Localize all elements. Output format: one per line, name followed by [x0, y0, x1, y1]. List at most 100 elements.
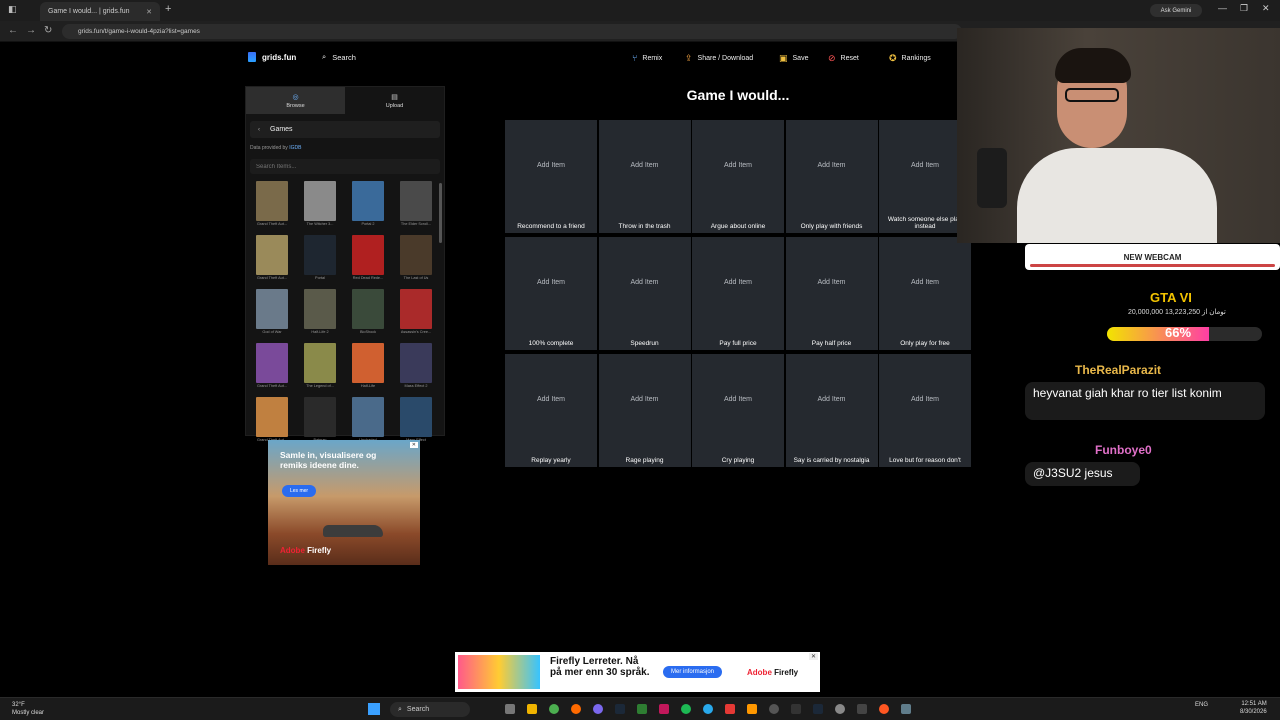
game-item[interactable]: Assassin's Cree...: [396, 289, 436, 335]
game-item[interactable]: Half-Life 2: [300, 289, 340, 335]
add-item-button[interactable]: Add Item: [786, 396, 878, 403]
game-item[interactable]: The Elder Scroll...: [396, 181, 436, 227]
app-icon[interactable]: [813, 704, 823, 714]
game-item[interactable]: Uncharted: [348, 397, 388, 443]
panel-scrollbar[interactable]: [439, 183, 442, 243]
app-icon[interactable]: [637, 704, 647, 714]
grid-cell[interactable]: Add Item Say is carried by nostalgia: [785, 354, 878, 467]
ad-bottom-info-button[interactable]: Mer informasjon: [663, 666, 723, 678]
add-item-button[interactable]: Add Item: [786, 279, 878, 286]
add-item-button[interactable]: Add Item: [692, 396, 784, 403]
add-item-button[interactable]: Add Item: [879, 396, 971, 403]
grid-cell[interactable]: Add Item Only play for free: [879, 237, 971, 350]
ask-gemini-button[interactable]: Ask Gemini: [1150, 4, 1202, 17]
app-icon[interactable]: [659, 704, 669, 714]
settings-icon[interactable]: [835, 704, 845, 714]
game-item[interactable]: Portal: [300, 235, 340, 281]
game-item[interactable]: The Legend of...: [300, 343, 340, 389]
game-item[interactable]: Mass Effect 2: [396, 343, 436, 389]
game-item[interactable]: BioShock: [348, 289, 388, 335]
taskbar-search[interactable]: ⌕ Search: [390, 702, 470, 717]
share-download-button[interactable]: ⇪ Share / Download: [685, 53, 753, 64]
game-item[interactable]: Grand Theft Aut...: [252, 343, 292, 389]
tab-close-icon[interactable]: ✕: [146, 8, 152, 16]
grid-cell[interactable]: Add Item Argue about online: [692, 120, 784, 233]
site-brand[interactable]: grids.fun: [248, 52, 296, 62]
add-item-button[interactable]: Add Item: [505, 279, 597, 286]
task-view-icon[interactable]: [505, 704, 515, 714]
app-icon[interactable]: [857, 704, 867, 714]
obs-icon[interactable]: [769, 704, 779, 714]
ad-close-icon[interactable]: ✕: [409, 442, 418, 448]
game-item[interactable]: Mass Effect: [396, 397, 436, 443]
rankings-button[interactable]: ✪ Rankings: [889, 53, 931, 64]
category-selector[interactable]: ‹ Games: [250, 121, 440, 138]
save-button[interactable]: ▣ Save: [779, 53, 808, 64]
windows-start-icon[interactable]: [368, 703, 380, 715]
remix-button[interactable]: ⑂ Remix: [632, 53, 662, 63]
reload-icon[interactable]: ↻: [44, 25, 52, 36]
grid-cell[interactable]: Add Item Throw in the trash: [598, 120, 691, 233]
ad-banner-left[interactable]: ✕ Samle in, visualisere og remiks ideene…: [268, 440, 420, 565]
grid-cell[interactable]: Add Item Love but for reason don't: [879, 354, 971, 467]
game-item[interactable]: Grand Theft Aut...: [252, 235, 292, 281]
add-item-button[interactable]: Add Item: [599, 396, 691, 403]
nav-search-button[interactable]: ⌕ Search: [322, 52, 356, 62]
tab-upload[interactable]: ▤ Upload: [345, 87, 444, 114]
forward-icon[interactable]: →: [26, 25, 36, 36]
add-item-button[interactable]: Add Item: [505, 162, 597, 169]
minimize-icon[interactable]: —: [1218, 3, 1227, 13]
ad-learn-more-button[interactable]: Les mer: [282, 485, 317, 497]
discord-icon[interactable]: [593, 704, 603, 714]
tab-browse[interactable]: ◎ Browse: [246, 87, 345, 114]
steam-icon[interactable]: [615, 704, 625, 714]
add-item-button[interactable]: Add Item: [599, 162, 691, 169]
new-tab-button[interactable]: +: [165, 3, 171, 15]
grid-cell[interactable]: Add Item 100% complete: [505, 237, 597, 350]
grid-cell[interactable]: Add Item Pay half price: [785, 237, 878, 350]
spotify-icon[interactable]: [681, 704, 691, 714]
igdb-link[interactable]: IGDB: [289, 145, 301, 151]
telegram-icon[interactable]: [703, 704, 713, 714]
chrome-icon[interactable]: [549, 704, 559, 714]
add-item-button[interactable]: Add Item: [879, 279, 971, 286]
grid-cell[interactable]: Add Item Only play with friends: [785, 120, 878, 233]
url-bar[interactable]: grids.fun/t/game-i-would-4pzia?list=game…: [62, 24, 962, 39]
grid-cell[interactable]: Add Item Replay yearly: [505, 354, 597, 467]
game-item[interactable]: Batman: [300, 397, 340, 443]
game-item[interactable]: The Witcher 3...: [300, 181, 340, 227]
game-item[interactable]: Grand Theft Aut...: [252, 181, 292, 227]
grid-cell[interactable]: Add Item Pay full price: [692, 237, 784, 350]
app-icon[interactable]: [725, 704, 735, 714]
taskbar-clock[interactable]: 12:51 AM 8/30/2026: [1240, 700, 1267, 716]
game-item[interactable]: Half-Life: [348, 343, 388, 389]
game-item[interactable]: Red Dead Rede...: [348, 235, 388, 281]
browser-tab[interactable]: Game I would... | grids.fun ✕: [40, 2, 160, 21]
game-item[interactable]: Portal 2: [348, 181, 388, 227]
tab-actions-icon[interactable]: ◧: [8, 4, 17, 15]
grid-cell[interactable]: Add Item Rage playing: [598, 354, 691, 467]
app-icon[interactable]: [901, 704, 911, 714]
reset-button[interactable]: ⊘ Reset: [828, 53, 859, 64]
weather-widget[interactable]: 32°F Mostly clear: [12, 701, 44, 717]
firefox-icon[interactable]: [571, 704, 581, 714]
file-explorer-icon[interactable]: [527, 704, 537, 714]
app-icon[interactable]: [791, 704, 801, 714]
system-tray-lang[interactable]: ENG: [1195, 702, 1208, 708]
grid-cell[interactable]: Add Item Speedrun: [598, 237, 691, 350]
add-item-button[interactable]: Add Item: [692, 162, 784, 169]
game-item[interactable]: The Last of Us: [396, 235, 436, 281]
app-icon[interactable]: [879, 704, 889, 714]
add-item-button[interactable]: Add Item: [786, 162, 878, 169]
item-search-input[interactable]: [250, 159, 440, 174]
grid-cell[interactable]: Add Item Recommend to a friend: [505, 120, 597, 233]
game-item[interactable]: Grand Theft Aut...: [252, 397, 292, 443]
back-icon[interactable]: ←: [8, 25, 18, 36]
ad-banner-bottom[interactable]: Firefly Lerreter. Nå på mer enn 30 språk…: [455, 652, 820, 692]
game-item[interactable]: God of War: [252, 289, 292, 335]
close-window-icon[interactable]: ✕: [1262, 3, 1270, 14]
app-icon[interactable]: [747, 704, 757, 714]
ad-bottom-close-icon[interactable]: ✕: [808, 653, 818, 660]
grid-cell[interactable]: Add Item Cry playing: [692, 354, 784, 467]
restore-icon[interactable]: ❐: [1240, 3, 1248, 14]
